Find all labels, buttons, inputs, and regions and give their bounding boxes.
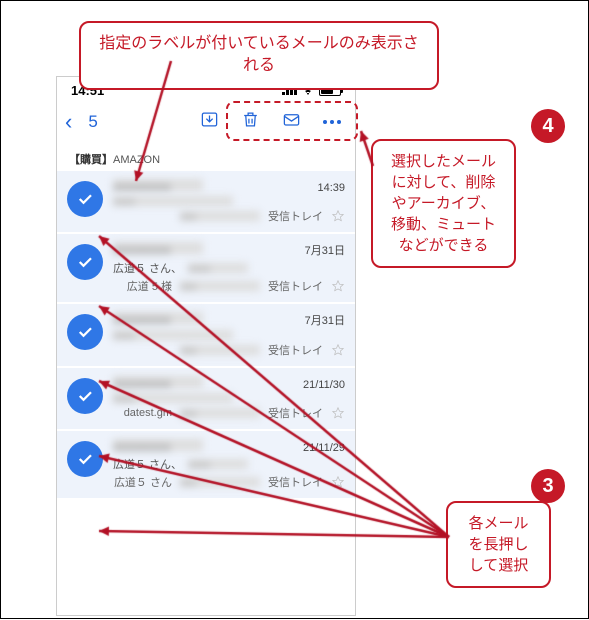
mail-subject-blur: xxxx — [113, 330, 233, 340]
star-icon[interactable] — [331, 279, 345, 293]
mail-timestamp: 14:39 — [317, 182, 345, 194]
mail-row[interactable]: xxxxxxxx 21/11/30 xxxx datest.gm xxx 受信ト… — [57, 368, 355, 429]
mail-timestamp: 21/11/30 — [303, 379, 345, 391]
mail-sender: xxxxxxxx — [113, 179, 203, 191]
mail-preview-blur: xxx — [180, 408, 260, 418]
step-badge-3: 3 — [531, 469, 565, 503]
mail-sender: xxxxxxxx — [113, 439, 203, 451]
callout-actions-note: 選択したメールに対して、削除やアーカイブ、移動、ミュートなどができる — [371, 139, 516, 268]
step-badge-4: 4 — [531, 109, 565, 143]
mail-preview-blur: xxx — [180, 281, 260, 291]
mail-snippet-b: datest.gm — [124, 407, 172, 419]
mail-row[interactable]: xxxxxxxx 14:39 xxxx xxx 受信トレイ — [57, 171, 355, 232]
mail-list: xxxxxxxx 14:39 xxxx xxx 受信トレイ xxxxxxxx 7… — [57, 171, 355, 498]
star-icon[interactable] — [331, 209, 345, 223]
mail-subject-blur: xxxx — [188, 459, 248, 469]
mail-sender: xxxxxxxx — [113, 376, 203, 388]
selection-check-icon[interactable] — [67, 441, 103, 477]
archive-icon[interactable] — [200, 110, 219, 134]
inbox-label: 受信トレイ — [268, 474, 323, 490]
mail-preview-blur: xxx — [180, 211, 260, 221]
inbox-label: 受信トレイ — [268, 342, 323, 358]
selection-toolbar: ‹ 5 — [57, 103, 355, 141]
inbox-label: 受信トレイ — [268, 278, 323, 294]
mail-timestamp: 7月31日 — [305, 242, 345, 258]
inbox-label: 受信トレイ — [268, 405, 323, 421]
section-name: AMAZON — [113, 154, 160, 166]
trash-icon[interactable] — [241, 110, 260, 134]
star-icon[interactable] — [331, 343, 345, 357]
mail-sender: xxxxxxxx — [113, 312, 203, 324]
callout-longpress-note: 各メールを長押しして選択 — [446, 501, 551, 588]
selected-count: 5 — [88, 112, 97, 132]
back-button[interactable]: ‹ — [65, 109, 72, 135]
mail-snippet-b: 広道５ さん — [114, 474, 172, 490]
mail-subject-blur: xxxx — [113, 393, 233, 403]
mail-row[interactable]: xxxxxxxx 7月31日 広道５ さん、 xxxx 広道 5 様 xxx 受… — [57, 234, 355, 302]
section-tag: 【購買】 — [69, 154, 113, 166]
mail-preview-blur: xxx — [180, 477, 260, 487]
phone-frame: 14:51 ‹ 5 【購買】AMAZON — [56, 76, 356, 616]
mark-unread-icon[interactable] — [282, 110, 301, 134]
mail-snippet-b: 広道 5 様 — [127, 278, 172, 294]
selection-check-icon[interactable] — [67, 181, 103, 217]
selection-check-icon[interactable] — [67, 378, 103, 414]
mail-row[interactable]: xxxxxxxx 21/11/29 広道５ さん、 xxxx 広道５ さん xx… — [57, 431, 355, 498]
mail-timestamp: 21/11/29 — [303, 442, 345, 454]
mail-row[interactable]: xxxxxxxx 7月31日 xxxx xxx 受信トレイ — [57, 304, 355, 366]
mail-snippet-a: 広道５ さん、 — [113, 260, 182, 276]
more-icon[interactable] — [323, 120, 341, 124]
mail-subject-blur: xxxx — [113, 196, 233, 206]
inbox-label: 受信トレイ — [268, 208, 323, 224]
star-icon[interactable] — [331, 475, 345, 489]
mail-subject-blur: xxxx — [188, 263, 248, 273]
section-header: 【購買】AMAZON — [57, 141, 355, 171]
mail-snippet-a: 広道５ さん、 — [113, 456, 182, 472]
selection-check-icon[interactable] — [67, 244, 103, 280]
callout-filter-note: 指定のラベルが付いているメールのみ表示される — [79, 21, 439, 90]
selection-check-icon[interactable] — [67, 314, 103, 350]
star-icon[interactable] — [331, 406, 345, 420]
mail-timestamp: 7月31日 — [305, 312, 345, 328]
mail-preview-blur: xxx — [180, 345, 260, 355]
mail-sender: xxxxxxxx — [113, 242, 203, 254]
